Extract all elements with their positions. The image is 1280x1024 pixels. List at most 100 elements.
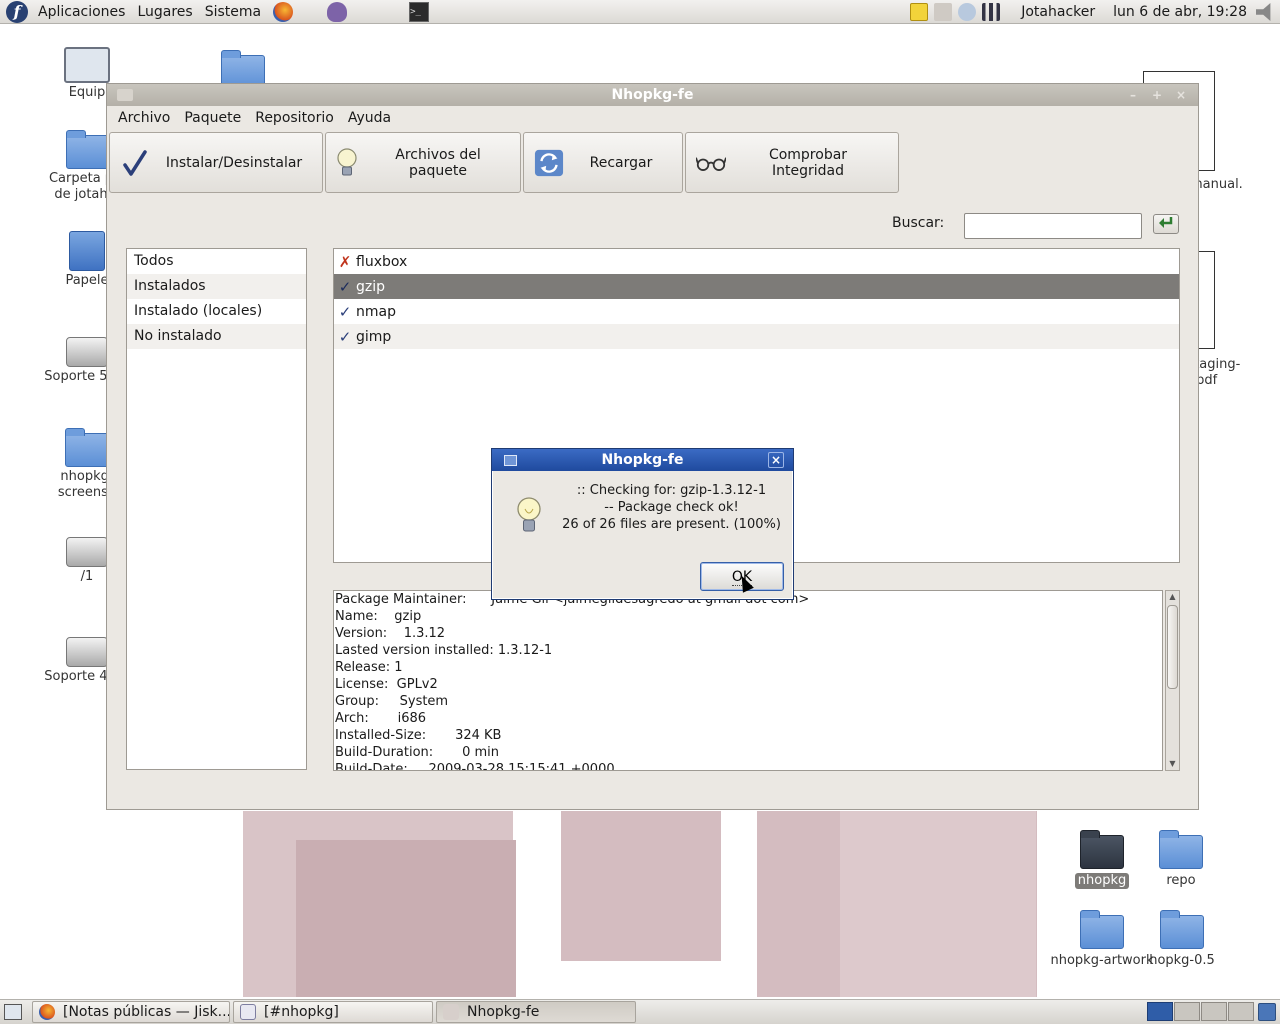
desktop-icon-label: manual. xyxy=(1190,177,1243,192)
window-menu-icon[interactable] xyxy=(504,455,517,466)
workspace-2[interactable] xyxy=(1174,1002,1200,1021)
scroll-down-icon[interactable]: ▼ xyxy=(1166,758,1179,770)
search-go-button[interactable] xyxy=(1153,214,1179,234)
trash-applet-icon[interactable] xyxy=(1258,1003,1276,1021)
menu-lugares[interactable]: Lugares xyxy=(131,4,198,20)
package-files-button[interactable]: Archivos del paquete xyxy=(325,132,521,193)
menu-repositorio[interactable]: Repositorio xyxy=(248,110,341,126)
top-panel: f Aplicaciones Lugares Sistema >_ Jotaha… xyxy=(0,0,1280,24)
hard-drive-icon xyxy=(66,537,108,567)
close-icon[interactable]: × xyxy=(768,452,784,468)
signal-strength-icon[interactable] xyxy=(982,3,1001,21)
checkmark-icon xyxy=(120,148,150,178)
desktop-icon-nhopkg[interactable]: nhopkg xyxy=(1057,830,1147,889)
filter-item-no-instalado[interactable]: No instalado xyxy=(127,324,306,349)
workspace-4[interactable] xyxy=(1228,1002,1254,1021)
wallpaper-box xyxy=(561,811,721,961)
package-name: gimp xyxy=(356,328,392,345)
taskbar-item-label: [#nhopkg] xyxy=(264,1004,339,1020)
scroll-up-icon[interactable]: ▲ xyxy=(1166,591,1179,603)
reload-button[interactable]: Recargar xyxy=(523,132,683,193)
workspace-3[interactable] xyxy=(1201,1002,1227,1021)
folder-icon xyxy=(1159,830,1203,869)
taskbar-item-chat[interactable]: [#nhopkg] xyxy=(233,1001,433,1023)
pidgin-launcher-icon[interactable] xyxy=(327,1,348,22)
printer-icon[interactable] xyxy=(934,3,953,21)
app-menu-icon[interactable] xyxy=(117,89,133,101)
package-row-selected[interactable]: ✓ gzip xyxy=(334,274,1179,299)
show-desktop-icon[interactable] xyxy=(4,1004,22,1020)
detail-group: Group: System xyxy=(335,694,449,709)
trash-icon xyxy=(69,231,105,271)
computer-icon xyxy=(64,47,110,83)
filter-item-todos[interactable]: Todos xyxy=(127,249,306,274)
scroll-thumb[interactable] xyxy=(1167,605,1178,689)
desktop-icon-nhopkg-0-5[interactable]: hopkg-0.5 xyxy=(1140,910,1224,969)
terminal-launcher-icon[interactable]: >_ xyxy=(409,1,430,22)
menu-paquete[interactable]: Paquete xyxy=(177,110,248,126)
not-installed-x-icon: ✗ xyxy=(338,252,352,271)
taskbar-item-firefox[interactable]: [Notas públicas — Jisk... xyxy=(32,1001,230,1023)
desktop-icon-label: .pdf xyxy=(1192,373,1218,388)
main-window: Nhopkg-fe – + × Archivo Paquete Reposito… xyxy=(106,83,1199,810)
package-details[interactable]: Package Maintainer: Jaime Gil <jaimegild… xyxy=(333,590,1163,771)
toolbar: Instalar/Desinstalar Archivos del paquet… xyxy=(109,132,901,194)
package-row[interactable]: ✗ fluxbox xyxy=(334,249,1179,274)
firefox-launcher-icon[interactable] xyxy=(273,1,294,22)
search-label: Buscar: xyxy=(892,215,945,231)
desktop-icon-manual[interactable]: manual. xyxy=(1190,177,1250,193)
home-folder-icon xyxy=(66,130,110,169)
package-name: fluxbox xyxy=(356,253,408,270)
install-uninstall-button[interactable]: Instalar/Desinstalar xyxy=(109,132,323,193)
network-icon[interactable] xyxy=(958,3,977,21)
dialog-titlebar[interactable]: Nhopkg-fe × xyxy=(492,449,793,471)
desktop-icon-nhopkg-artwork[interactable]: nhopkg-artwork xyxy=(1050,910,1154,969)
package-row[interactable]: ✓ gimp xyxy=(334,324,1179,349)
refresh-icon xyxy=(534,148,564,178)
desktop-icon-repo[interactable]: repo xyxy=(1136,830,1226,889)
user-menu[interactable]: Jotahacker xyxy=(1015,4,1101,20)
taskbar-item-label: [Notas públicas — Jisk... xyxy=(63,1004,230,1020)
wallpaper-box xyxy=(296,840,516,997)
detail-build-duration: Build-Duration: 0 min xyxy=(335,745,500,760)
dialog-message: :: Checking for: gzip-1.3.12-1 -- Packag… xyxy=(554,482,789,533)
installed-check-icon: ✓ xyxy=(338,302,352,321)
glasses-icon xyxy=(696,148,726,178)
desktop-icon-packaging-pdf[interactable]: kaging- .pdf xyxy=(1192,357,1252,389)
search-input[interactable] xyxy=(964,213,1142,239)
installed-check-icon: ✓ xyxy=(338,327,352,346)
notes-icon[interactable] xyxy=(910,3,929,21)
desktop-icon-label: nhopkg xyxy=(1074,873,1130,889)
clock[interactable]: lun 6 de abr, 19:28 xyxy=(1107,4,1253,20)
menu-sistema[interactable]: Sistema xyxy=(199,4,267,20)
package-row[interactable]: ✓ nmap xyxy=(334,299,1179,324)
folder-icon xyxy=(1080,910,1124,949)
chat-bubble-icon xyxy=(240,1004,256,1020)
window-titlebar[interactable]: Nhopkg-fe – + × xyxy=(107,84,1198,106)
detail-license: License: GPLv2 xyxy=(335,677,438,692)
filter-item-instalados[interactable]: Instalados xyxy=(127,274,306,299)
maximize-icon[interactable]: + xyxy=(1150,88,1164,102)
detail-version: Version: 1.3.12 xyxy=(335,626,446,641)
menu-archivo[interactable]: Archivo xyxy=(111,110,177,126)
filter-item-instalado-locales[interactable]: Instalado (locales) xyxy=(127,299,306,324)
desktop-icon-label: hopkg-0.5 xyxy=(1149,953,1215,968)
check-integrity-button[interactable]: Comprobar Integridad xyxy=(685,132,899,193)
enter-arrow-icon xyxy=(1158,216,1174,232)
minimize-icon[interactable]: – xyxy=(1126,88,1140,102)
details-scrollbar[interactable]: ▲ ▼ xyxy=(1165,590,1180,771)
volume-icon[interactable] xyxy=(1256,3,1271,21)
workspace-1[interactable] xyxy=(1147,1002,1173,1021)
workspace-switcher xyxy=(1146,1002,1254,1021)
filter-list: Todos Instalados Instalado (locales) No … xyxy=(126,248,307,770)
taskbar-item-nhopkg[interactable]: Nhopkg-fe xyxy=(436,1001,636,1023)
menu-ayuda[interactable]: Ayuda xyxy=(341,110,398,126)
menu-aplicaciones[interactable]: Aplicaciones xyxy=(32,4,131,20)
desktop-icon-label: nhopkg-artwork xyxy=(1050,953,1154,968)
close-icon[interactable]: × xyxy=(1174,88,1188,102)
dialog-line: 26 of 26 files are present. (100%) xyxy=(562,517,781,532)
fedora-logo-icon[interactable]: f xyxy=(6,0,28,23)
detail-name: Name: gzip xyxy=(335,609,422,624)
taskbar-item-label: Nhopkg-fe xyxy=(467,1004,540,1020)
hard-drive-icon xyxy=(66,637,108,667)
